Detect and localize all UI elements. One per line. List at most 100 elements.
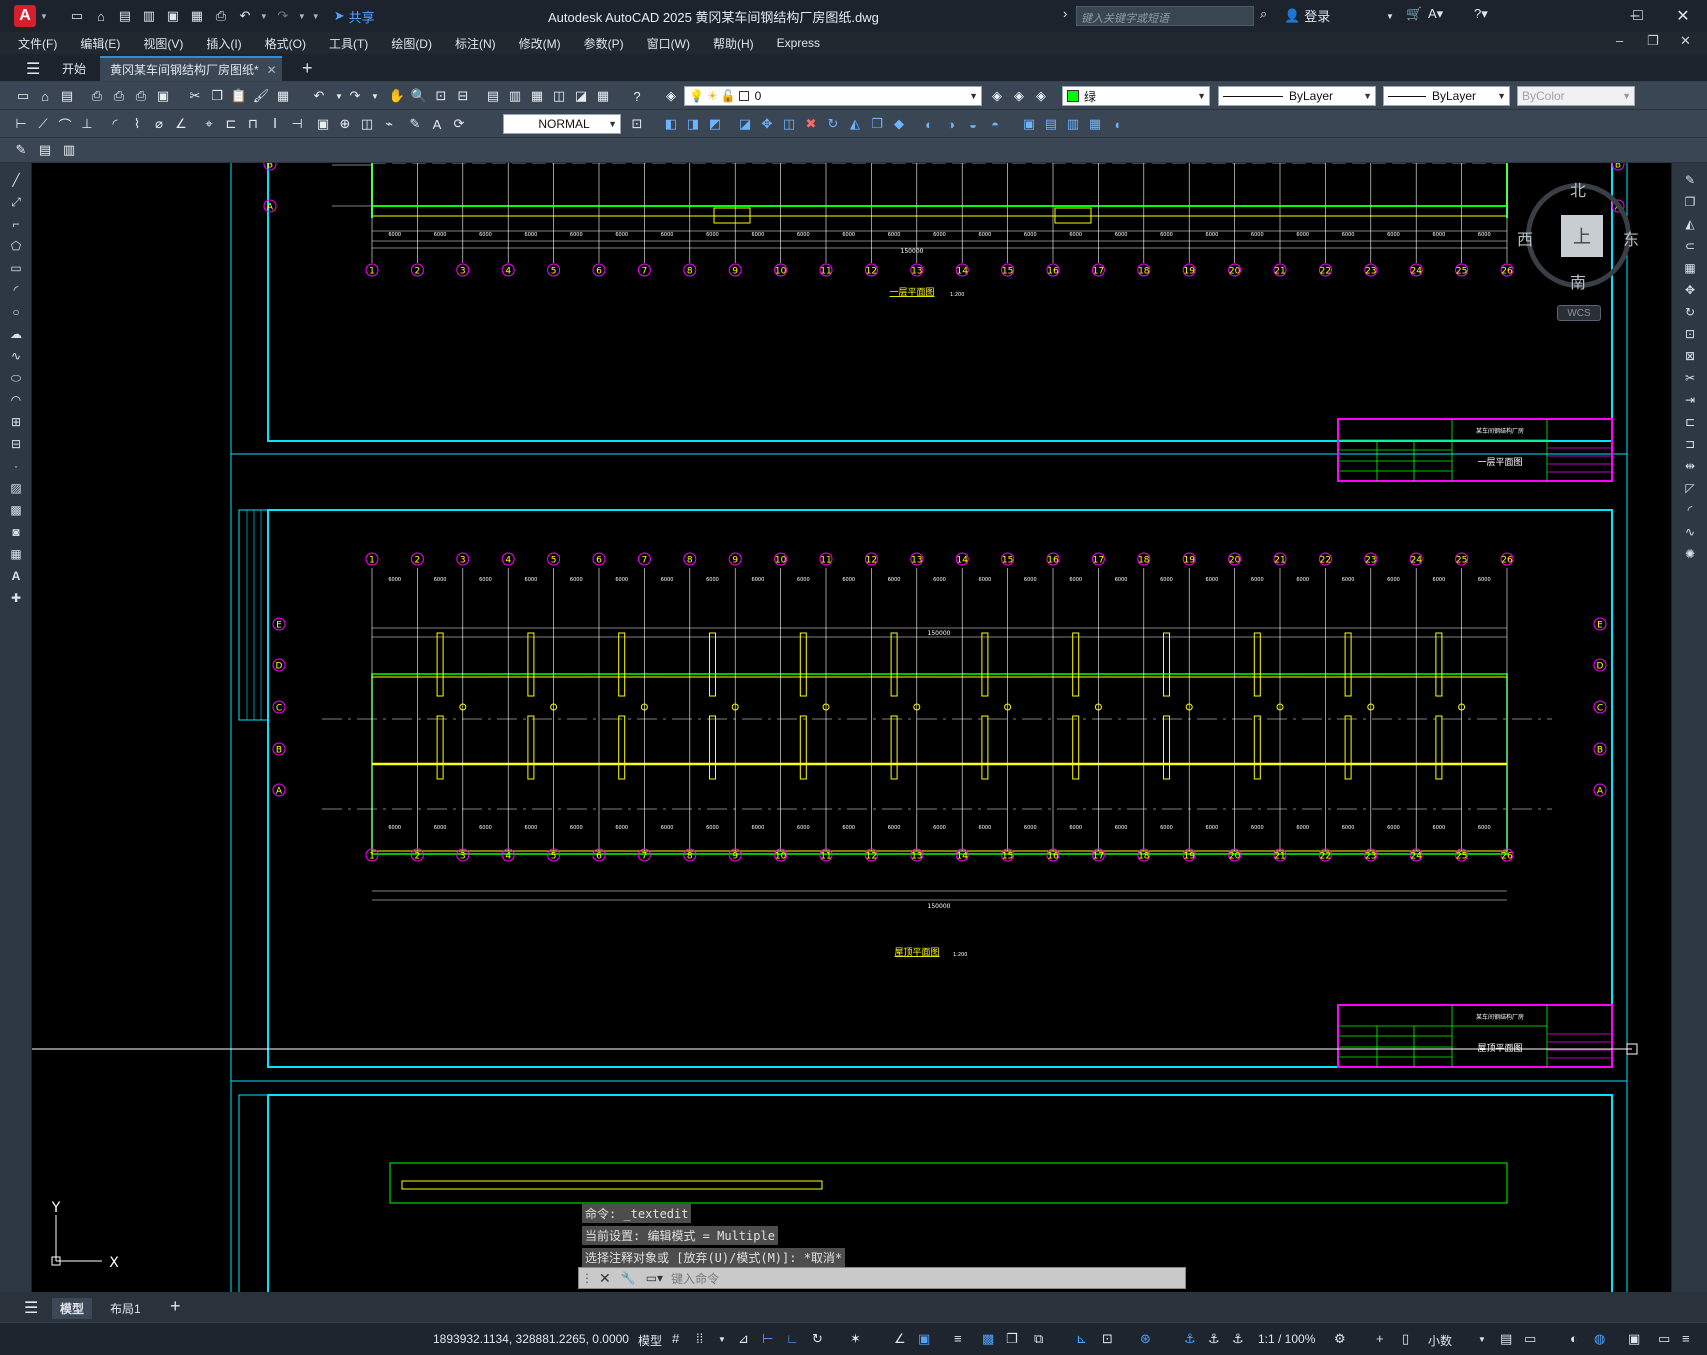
redo-dropdown-icon[interactable]: ▼ xyxy=(298,12,306,21)
copy-edges-icon[interactable]: ▥ xyxy=(1064,115,1082,133)
polygon-icon[interactable]: ⬠ xyxy=(7,237,25,255)
customize-command-icon[interactable]: 🔧 xyxy=(621,1271,636,1285)
zoom-previous-icon[interactable]: ⊟ xyxy=(454,87,472,105)
ordinate-dimension-icon[interactable]: ⊥ xyxy=(78,115,96,133)
transparency-icon[interactable]: ▩ xyxy=(982,1331,994,1347)
rotate-faces-icon[interactable]: ↻ xyxy=(824,115,842,133)
chamfer-icon[interactable]: ◸ xyxy=(1681,479,1699,497)
lock-ui-icon[interactable]: ▭ xyxy=(1524,1331,1536,1347)
point-icon[interactable]: · xyxy=(7,457,25,475)
object-snap-icon[interactable]: ▣ xyxy=(918,1331,930,1347)
match-properties-icon[interactable]: 🖌 xyxy=(252,87,270,105)
new-tab-icon[interactable]: + xyxy=(292,56,323,81)
menu-edit[interactable]: 编辑(E) xyxy=(80,35,120,52)
sheet-set-icon[interactable]: ◫ xyxy=(550,87,568,105)
undo-dropdown-icon[interactable]: ▼ xyxy=(260,12,268,21)
menu-dimension[interactable]: 标注(N) xyxy=(455,35,496,52)
save-icon[interactable]: ▤ xyxy=(116,7,134,25)
construction-line-icon[interactable]: ⤢ xyxy=(7,193,25,211)
clean-screen-icon[interactable]: ▣ xyxy=(1628,1331,1640,1347)
design-center-icon[interactable]: ▥ xyxy=(506,87,524,105)
subtract-icon[interactable]: ◨ xyxy=(684,115,702,133)
offset-faces-icon[interactable]: ◫ xyxy=(780,115,798,133)
color-dropdown[interactable]: 绿 ▼ xyxy=(1062,86,1210,106)
redo-icon[interactable]: ↷ xyxy=(274,7,292,25)
command-grip-icon[interactable]: ⋮ xyxy=(581,1271,593,1285)
menu-format[interactable]: 格式(O) xyxy=(265,35,306,52)
gradient-icon[interactable]: ▩ xyxy=(7,501,25,519)
snap-dropdown-icon[interactable]: ▼ xyxy=(718,1335,726,1344)
annotation-monitor-icon[interactable]: + xyxy=(1376,1331,1384,1346)
intersect-icon[interactable]: ◩ xyxy=(706,115,724,133)
plot-icon[interactable]: ⎙ xyxy=(88,87,106,105)
zoom-realtime-icon[interactable]: 🔍 xyxy=(410,87,428,105)
layout-menu-icon[interactable]: ☰ xyxy=(16,1296,46,1320)
dimension-space-icon[interactable]: Ⅰ xyxy=(266,115,284,133)
offset-icon[interactable]: ⊂ xyxy=(1681,237,1699,255)
units-icon[interactable]: ▯ xyxy=(1402,1331,1409,1347)
save-as-icon[interactable]: ▥ xyxy=(140,7,158,25)
dimension-style-icon[interactable]: ⊡ xyxy=(628,115,646,133)
erase-icon[interactable]: ✎ xyxy=(1681,171,1699,189)
array-icon[interactable]: ▦ xyxy=(1681,259,1699,277)
command-input[interactable]: 键入命令 xyxy=(671,1270,719,1287)
add-layout-icon[interactable]: + xyxy=(162,1294,189,1319)
lineweight-dropdown[interactable]: ByLayer ▼ xyxy=(1383,86,1510,106)
layer-properties-icon[interactable]: ◈ xyxy=(662,87,680,105)
copy-icon[interactable]: ❐ xyxy=(1681,193,1699,211)
insert-block-icon[interactable]: ⊞ xyxy=(7,413,25,431)
app-menu-chevron-icon[interactable]: ▼ xyxy=(40,12,48,21)
doc-minimize-button[interactable]: – xyxy=(1616,33,1623,48)
autocad-logo-icon[interactable]: A xyxy=(14,5,36,27)
center-mark-icon[interactable]: ⊕ xyxy=(336,115,354,133)
extrude-edges-icon[interactable]: ▤ xyxy=(1042,115,1060,133)
revision-cloud-icon[interactable]: ☁ xyxy=(7,325,25,343)
blend-curves-icon[interactable]: ∿ xyxy=(1681,523,1699,541)
close-command-icon[interactable]: ✕ xyxy=(599,1270,611,1287)
menu-parametric[interactable]: 参数(P) xyxy=(584,35,624,52)
rotate-icon[interactable]: ↻ xyxy=(1681,303,1699,321)
aligned-dimension-icon[interactable]: ⟋ xyxy=(34,115,52,133)
gizmo-icon[interactable]: ⊛ xyxy=(1140,1331,1151,1347)
lineweight-icon[interactable]: ≡ xyxy=(954,1331,962,1346)
scale-icon[interactable]: ⊡ xyxy=(1681,325,1699,343)
wcs-menu-button[interactable]: WCS xyxy=(1557,305,1601,321)
tab-model[interactable]: 模型 xyxy=(52,1298,93,1319)
line-icon[interactable]: ╱ xyxy=(7,171,25,189)
hamburger-menu-icon[interactable]: ☰ xyxy=(16,56,50,81)
trim-icon[interactable]: ✂ xyxy=(1681,369,1699,387)
publish-icon[interactable]: ⎙ xyxy=(132,87,150,105)
continue-dimension-icon[interactable]: ⊓ xyxy=(244,115,262,133)
help-icon[interactable]: ?▾ xyxy=(1474,6,1488,22)
viewcube[interactable]: 上 北 南 西 东 WCS xyxy=(1517,173,1639,321)
markup-icon[interactable]: ◪ xyxy=(572,87,590,105)
help-icon[interactable]: ? xyxy=(628,87,646,105)
arc-length-icon[interactable]: ⌒ xyxy=(56,115,74,133)
linetype-dropdown[interactable]: ByLayer ▼ xyxy=(1218,86,1376,106)
delete-faces-icon[interactable]: ✖ xyxy=(802,115,820,133)
redo-dropdown-icon[interactable]: ▼ xyxy=(366,87,384,105)
save-icon[interactable]: ▤ xyxy=(58,87,76,105)
doc-close-button[interactable]: ✕ xyxy=(1680,33,1691,49)
3d-osnap-icon[interactable]: ⧉ xyxy=(1034,1331,1043,1347)
open-icon[interactable]: ⌂ xyxy=(92,7,110,25)
print-preview-icon[interactable]: ⎙ xyxy=(110,87,128,105)
viewcube-west-label[interactable]: 西 xyxy=(1517,226,1533,250)
block-attribute-icon[interactable]: ▤ xyxy=(36,141,54,159)
copy-faces-icon[interactable]: ❐ xyxy=(868,115,886,133)
imprint-icon[interactable]: ◐ xyxy=(920,115,938,133)
fillet-icon[interactable]: ◜ xyxy=(1681,501,1699,519)
customization-icon[interactable]: ▭ xyxy=(1658,1331,1670,1347)
tab-start[interactable]: 开始 xyxy=(52,56,96,81)
close-button[interactable]: ✕ xyxy=(1668,4,1698,28)
menu-modify[interactable]: 修改(M) xyxy=(519,35,561,52)
object-snap-tracking-icon[interactable]: ∠ xyxy=(894,1331,906,1347)
break-icon[interactable]: ⊐ xyxy=(1681,435,1699,453)
hardware-acceleration-icon[interactable]: ◍ xyxy=(1594,1331,1605,1347)
dynamic-input-icon[interactable]: ⊢ xyxy=(762,1331,773,1347)
plotstyle-dropdown[interactable]: ByColor ▼ xyxy=(1517,86,1635,106)
units-dropdown-icon[interactable]: ▼ xyxy=(1478,1335,1486,1344)
jogged-dimension-icon[interactable]: ⌇ xyxy=(128,115,146,133)
dimension-text-edit-icon[interactable]: A xyxy=(428,115,446,133)
join-icon[interactable]: ⇹ xyxy=(1681,457,1699,475)
